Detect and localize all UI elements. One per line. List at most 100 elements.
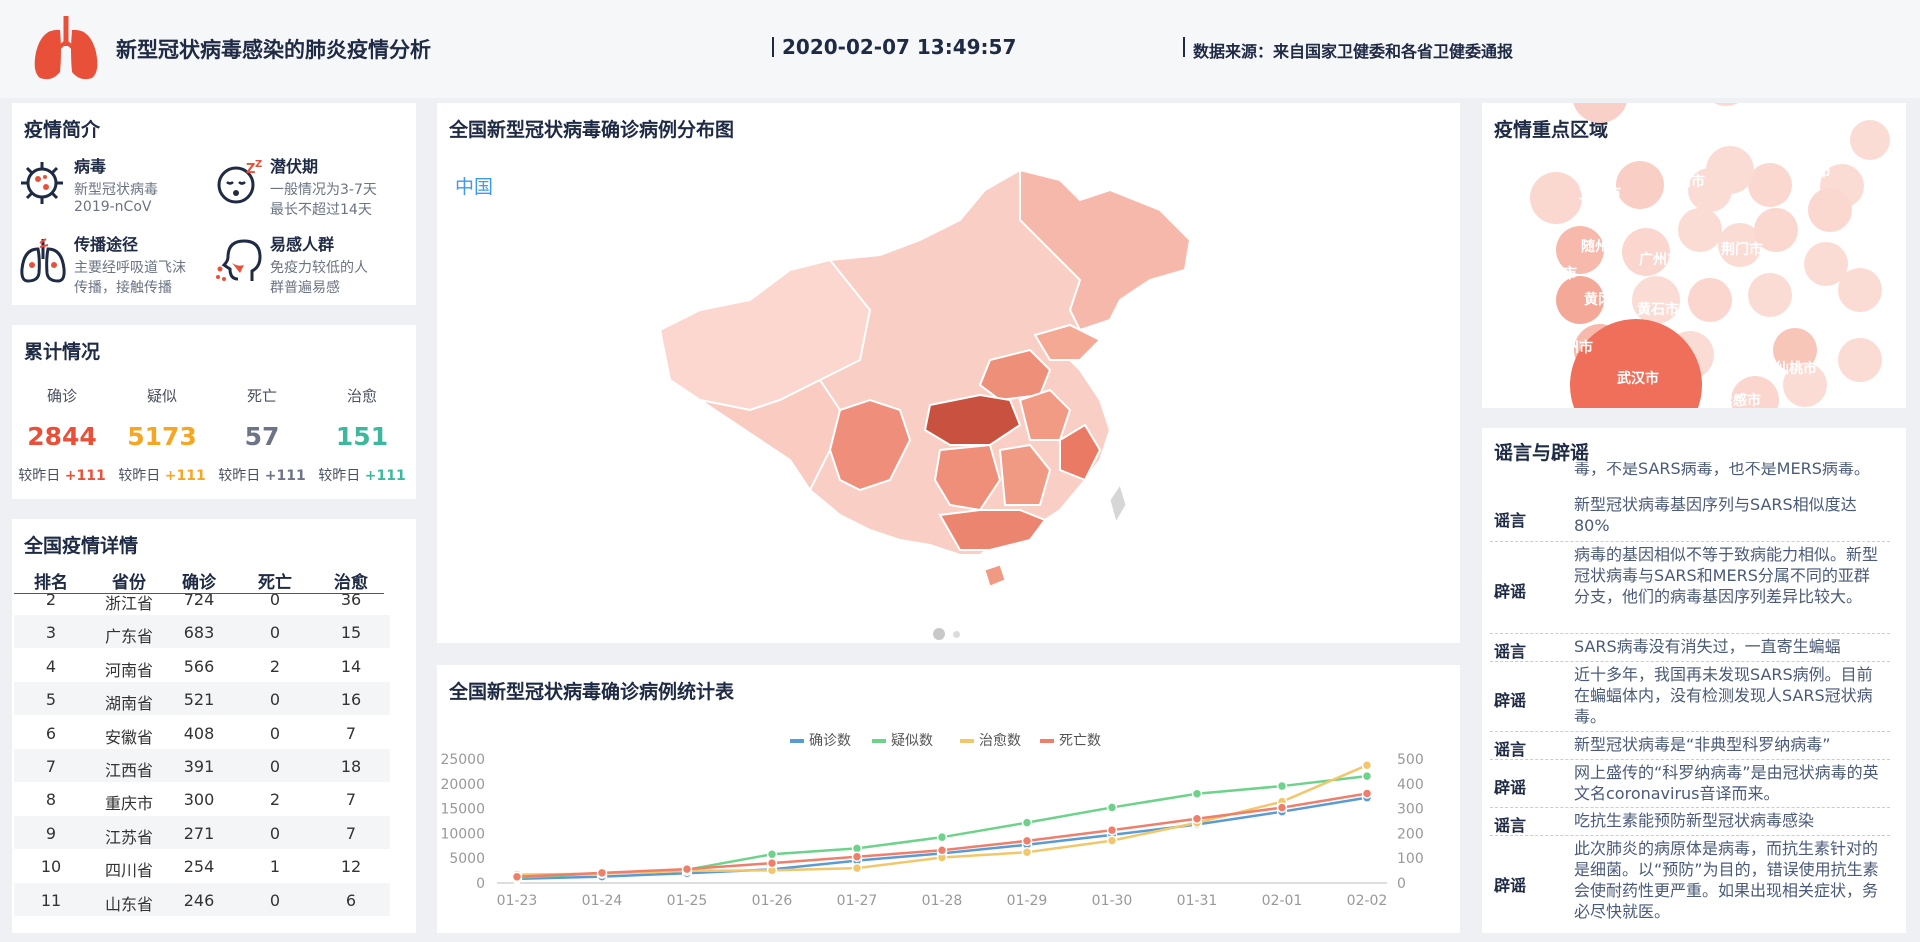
table-row[interactable]: 5 湖南省 521 0 16 [14,682,390,716]
table-row[interactable]: 10 四川省 254 1 12 [14,849,390,882]
table-row[interactable]: 3 广东省 683 0 15 [14,615,390,649]
bubble[interactable] [1700,103,1752,106]
rumor-type: 谣言 [1494,816,1527,835]
bubble[interactable] [1838,338,1882,382]
province-cell: 湖南省 [104,694,153,714]
table-row[interactable]: 11 山东省 246 0 6 [14,882,390,916]
china-map[interactable] [640,160,1280,630]
app-title: 新型冠状病毒感染的肺炎疫情分析 [116,38,431,62]
rumor-title: 谣言与辟谣 [1494,442,1590,464]
series-point[interactable] [1361,759,1373,771]
series-point[interactable] [1361,788,1373,799]
series-point[interactable] [511,871,523,883]
series-point[interactable] [596,867,608,879]
province-cell: 安徽省 [104,727,153,747]
map-page-dot[interactable] [953,631,960,638]
intro-item-virus: 病毒 新型冠状病毒 2019-nCoV [18,153,208,223]
bubble[interactable] [1838,268,1882,312]
stat-delta: 较昨日 +111 [118,468,206,484]
totals-title: 累计情况 [24,341,101,363]
series-point[interactable] [1021,846,1033,858]
series-point[interactable] [1191,788,1203,800]
bubble[interactable] [1808,188,1852,232]
rank-cell: 7 [45,757,57,776]
series-point[interactable] [1106,835,1118,846]
series-point[interactable] [1276,802,1288,813]
table-header: 排名 省份 确诊 死亡 治愈 [14,566,384,594]
x-tick: 01-28 [922,893,963,909]
table-row[interactable]: 7 江西省 391 0 18 [14,749,390,782]
map-region-guangdong [938,509,1047,551]
bubble[interactable] [1688,278,1732,322]
totals-panel: 累计情况 确诊 2844 较昨日 +111 疑似 5173 较昨日 +111 死… [12,325,416,499]
province-cell: 四川省 [104,861,153,881]
table-row[interactable]: 6 安徽省 408 0 7 [14,716,390,749]
col-rank: 排名 [34,573,68,593]
debunk-row: 辟谣 近十多年，我国再未发现SARS病例。目前在蝙蝠体内，没有检测发现人SARS冠… [1490,662,1890,732]
series-point[interactable] [1021,835,1033,847]
map-page-dot-active[interactable] [933,628,945,640]
series-point[interactable] [766,849,778,860]
dead-cell: 2 [269,656,281,676]
line-chart: 0 5000 10000 15000 20000 25000 0 100 200 300 400 50… [440,752,1424,909]
series-point[interactable] [1276,780,1288,792]
series-point[interactable] [1361,770,1373,782]
rumor-text: 网上盛传的“科罗纳病毒”是由冠状病毒的英文名coronavirus音译而来。 [1574,763,1879,803]
intro-item-incubation: Z Z 潜伏期 一般情况为3-7天 最长不超过14天 [214,153,404,223]
cured-cell: 7 [345,790,357,810]
legend-swatch [872,739,886,743]
header: 新型冠状病毒感染的肺炎疫情分析 2020-02-07 13:49:57 数据来源… [0,0,1920,98]
bubble-label: 孝感市 [1719,393,1761,408]
bubble[interactable] [1748,273,1792,317]
intro-head: 易感人群 [270,235,335,254]
dead-cell: 0 [269,823,281,843]
x-tick: 01-29 [1007,893,1048,909]
table-row[interactable]: 8 重庆市 300 2 7 [14,782,390,815]
rumor-text: 近十多年，我国再未发现SARS病例。目前在蝙蝠体内，没有检测发现人SARS冠状病… [1574,665,1873,726]
confirmed-cell: 521 [183,690,215,710]
y-left-tick: 10000 [440,826,485,842]
series-point[interactable] [1106,824,1118,836]
rumor-text: 新型冠状病毒基因序列与SARS相似度达80% [1574,495,1857,535]
bubble[interactable] [1850,120,1890,160]
province-cell: 江苏省 [104,827,153,847]
y-left-tick: 5000 [449,851,485,867]
series-point[interactable] [1106,802,1118,813]
data-source: 数据来源：来自国家卫健委和各省卫健委通报 [1193,42,1514,61]
x-tick: 01-30 [1092,893,1133,909]
header-divider [1183,37,1185,57]
map-breadcrumb[interactable]: 中国 [455,172,493,199]
province-cell: 重庆市 [104,794,153,814]
series-point[interactable] [851,862,863,874]
rank-cell: 4 [45,656,57,676]
bubble-label: 武汉市 [1617,371,1659,387]
table-row[interactable]: 4 河南省 566 2 14 [14,649,390,682]
series-point[interactable] [851,851,863,862]
y-right-tick: 500 [1397,752,1424,768]
cured-cell: 18 [340,757,362,776]
x-tick: 01-31 [1177,893,1218,909]
series-point[interactable] [936,845,948,856]
bubble[interactable] [1572,103,1628,123]
series-point[interactable] [1191,813,1203,825]
confirmed-cell: 391 [183,757,215,776]
cured-cell: 7 [345,823,357,843]
lungs-icon [20,238,66,283]
rank-cell: 6 [45,723,57,743]
datetime: 2020-02-07 13:49:57 [782,35,1017,59]
cured-cell: 14 [340,656,362,676]
bubble[interactable] [1706,146,1754,194]
table-body[interactable]: 2 浙江省 724 0 36 3 广东省 683 0 15 4 河南省 566 2 14 5 湖南省 521 0 16… [14,594,390,924]
rank-cell: 9 [45,823,57,843]
legend-swatch [960,739,974,743]
table-row[interactable]: 2 浙江省 724 0 36 [14,594,390,615]
series-point[interactable] [936,831,948,843]
series-point[interactable] [1021,817,1033,828]
map-title: 全国新型冠状病毒确诊病例分布图 [449,119,735,141]
rumor-list[interactable]: 毒，不是SARS病毒，也不是MERS病毒。 谣言 新型冠状病毒基因序列与SARS相… [1490,462,1890,926]
table-row[interactable]: 9 江苏省 271 0 7 [14,815,390,849]
series-point[interactable] [766,857,778,869]
dead-cell: 0 [269,757,281,776]
rumor-top-fragment: 毒，不是SARS病毒，也不是MERS病毒。 [1574,462,1870,478]
series-point[interactable] [681,863,693,875]
